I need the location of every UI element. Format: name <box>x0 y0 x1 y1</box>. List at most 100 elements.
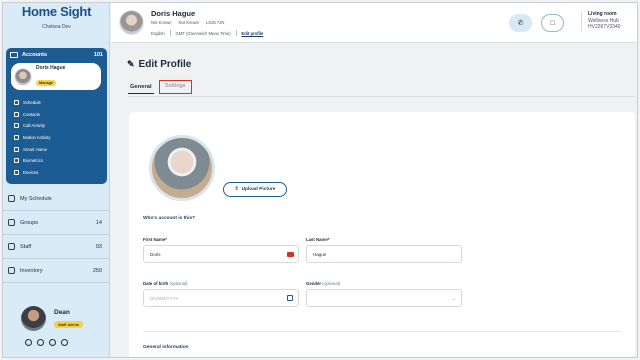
page-title-text: Edit Profile <box>138 59 192 70</box>
divider <box>169 30 171 36</box>
org-name: Chelsea Dev <box>42 24 71 30</box>
gear-icon[interactable] <box>37 339 44 346</box>
last-name-label: Last Name* <box>306 237 330 242</box>
help-icon[interactable] <box>49 339 56 346</box>
profile-photo <box>149 135 215 201</box>
sidebar-item-label: Call Activity <box>23 123 45 129</box>
tab-divider <box>128 96 635 97</box>
last-name-field[interactable]: Hague <box>306 245 462 263</box>
avatar <box>119 10 144 35</box>
tabs: General Settings <box>128 80 197 94</box>
user-actions <box>25 339 68 346</box>
sidebar-item-motion-activity[interactable]: Motion Activity <box>14 132 50 144</box>
edit-profile-link[interactable]: Edit profile <box>241 31 263 36</box>
account-name: Doris Hague <box>36 64 66 71</box>
gender-label-text: Gender <box>306 281 322 286</box>
upload-picture-button[interactable]: ⇧ Upload Picture <box>223 182 287 197</box>
header-meta-secondary: English GMT (Greenwich Mean Time) Edit p… <box>151 30 263 36</box>
role-badge: Manage <box>36 79 57 86</box>
dob-label: Date of birth (optional) <box>143 281 187 286</box>
home-icon <box>14 146 19 152</box>
last-name-value: Hague <box>313 251 327 257</box>
chevron-down-icon: ⌄ <box>451 296 456 302</box>
dob-label-text: Date of birth <box>143 281 169 286</box>
calendar-icon[interactable] <box>287 295 293 301</box>
sidebar-item-label: Motion Activity <box>23 135 51 141</box>
logout-icon[interactable] <box>61 339 68 346</box>
gender-select[interactable]: ⌄ <box>306 289 462 307</box>
divider <box>235 30 237 36</box>
motion-icon <box>14 135 19 141</box>
user-avatar[interactable] <box>21 306 46 331</box>
message-icon: □ <box>550 19 555 27</box>
sidebar-section-count: 14 <box>95 219 102 226</box>
sidebar-item-label: Smart Home <box>23 146 48 152</box>
profile-form-card: ⇧ Upload Picture Who's account is this? … <box>129 112 635 357</box>
divider <box>143 331 621 332</box>
dob-placeholder: DD/MM/YYYY <box>150 295 179 301</box>
app-window: Home Sight Chelsea Dev Accounts 101 Dori… <box>2 2 638 358</box>
calendar-icon <box>8 195 15 202</box>
sidebar-item-my-schedule[interactable]: My Schedule <box>3 187 110 211</box>
gender-label: Gender (optional) <box>306 281 340 286</box>
sidebar-section-label: My Schedule <box>20 195 52 202</box>
sidebar-item-contacts[interactable]: Contacts <box>14 109 50 121</box>
upload-label: Upload Picture <box>241 187 276 192</box>
sidebar-item-inventory[interactable]: Inventory 250 <box>3 259 110 283</box>
language: English <box>151 30 165 36</box>
sidebar-section-label: Groups <box>20 219 39 226</box>
sidebar-item-schedule[interactable]: Schedule <box>14 97 50 109</box>
person-icon-meta: Not Known <box>151 20 172 25</box>
heart-icon <box>14 158 19 164</box>
sidebar-item-call-activity[interactable]: Call Activity <box>14 120 50 132</box>
user-name: Dean <box>54 309 70 316</box>
home-icon-meta: Not Known <box>178 20 199 25</box>
contacts-icon <box>14 111 19 117</box>
user-role-badge: Staff Admin <box>54 321 84 328</box>
main-content: ✎ Edit Profile General Settings ⇧ Upload… <box>111 44 637 357</box>
first-name-label: First Name* <box>143 237 167 242</box>
tab-settings[interactable]: Settings <box>158 80 192 94</box>
pencil-icon: ✎ <box>127 59 135 69</box>
sidebar-item-staff[interactable]: Staff 93 <box>3 235 110 259</box>
dob-field[interactable]: DD/MM/YYYY <box>143 289 299 307</box>
logo: Home Sight Chelsea Dev <box>3 5 110 30</box>
section-heading-general: General information <box>143 345 189 350</box>
location-meta: LS25 7JN <box>205 20 225 25</box>
sidebar: Home Sight Chelsea Dev Accounts 101 Dori… <box>3 3 110 357</box>
dob-optional: (optional) <box>169 281 188 286</box>
device-icon <box>14 169 19 175</box>
autofill-icon <box>287 252 294 257</box>
sidebar-item-label: Contacts <box>23 111 40 117</box>
accounts-icon <box>10 52 18 58</box>
sidebar-section-label: Inventory <box>20 267 43 274</box>
calendar-icon <box>14 100 19 106</box>
sidebar-item-groups[interactable]: Groups 14 <box>3 211 110 235</box>
bell-icon[interactable] <box>25 339 32 346</box>
call-button[interactable]: ✆ <box>509 14 532 32</box>
account-nav: Schedule Contacts Call Activity Motion A… <box>14 97 50 178</box>
first-name-field[interactable]: Doris <box>143 245 299 263</box>
sidebar-item-devices[interactable]: Devices <box>14 167 50 179</box>
sidebar-item-biometrics[interactable]: Biometrics <box>14 155 50 167</box>
upload-icon: ⇧ <box>234 187 239 192</box>
header-name: Doris Hague <box>151 9 196 18</box>
message-button[interactable]: □ <box>541 14 564 32</box>
accounts-count: 101 <box>93 52 103 58</box>
gender-optional: (optional) <box>322 281 341 286</box>
sidebar-item-smart-home[interactable]: Smart Home <box>14 143 50 155</box>
staff-icon <box>8 243 15 250</box>
avatar <box>14 67 32 86</box>
tab-general[interactable]: General <box>128 81 154 94</box>
section-heading: Who's account is this? <box>143 216 196 221</box>
current-user: Dean Staff Admin <box>3 299 110 357</box>
sidebar-item-label: Devices <box>23 169 39 175</box>
accounts-header[interactable]: Accounts 101 <box>6 48 107 58</box>
room-title: Living room <box>588 11 617 17</box>
sidebar-section-label: Staff <box>20 243 32 250</box>
accounts-label: Accounts <box>22 52 48 58</box>
selected-account-card[interactable]: Doris Hague Manage <box>11 63 101 90</box>
room-id: HV2267V3340 <box>588 24 621 31</box>
first-name-value: Doris <box>150 251 161 257</box>
room-hub: Wellness Hub <box>588 17 619 24</box>
